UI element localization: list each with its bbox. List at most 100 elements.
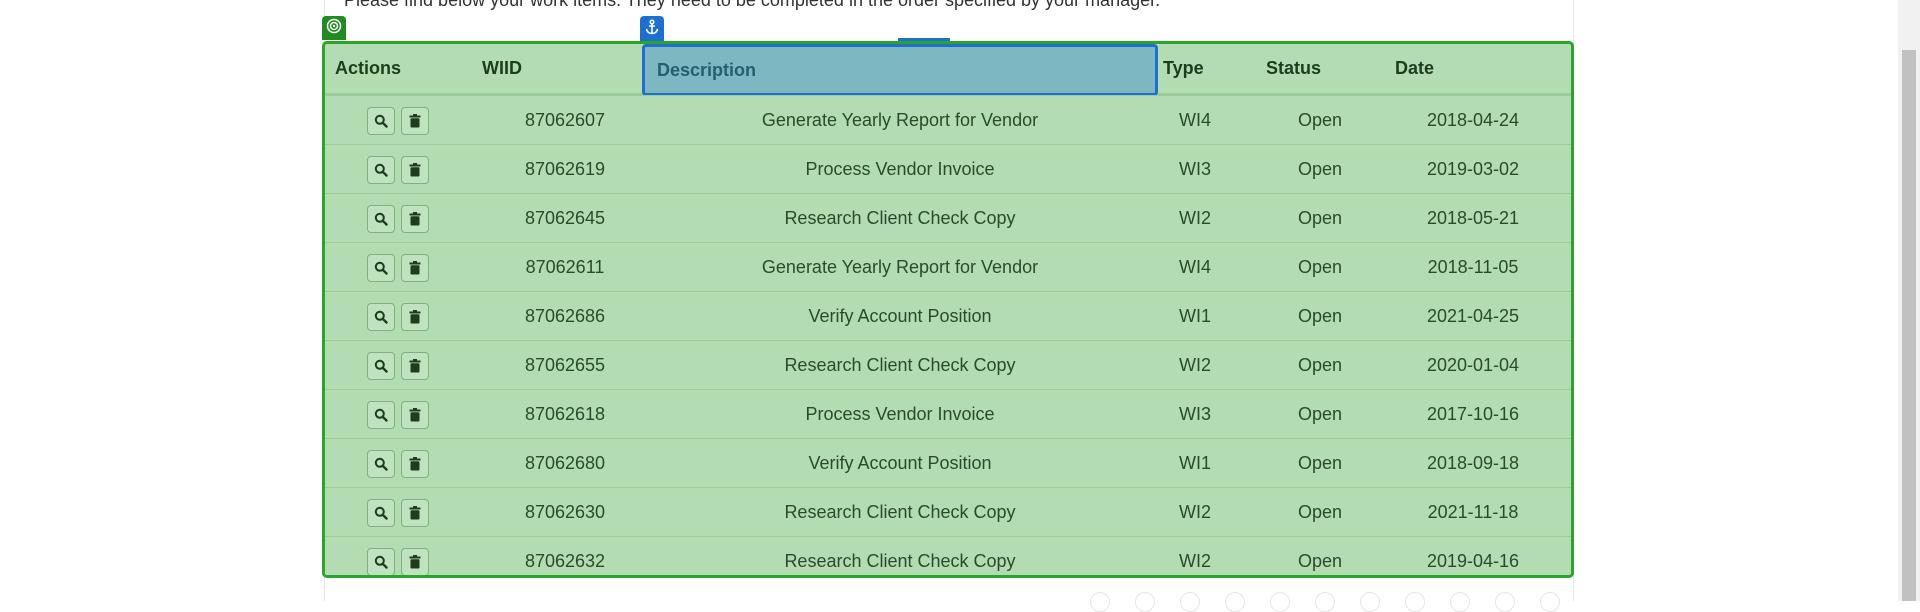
cell-wiid: 87062607 [524, 110, 606, 130]
cell-wiid: 87062619 [524, 159, 606, 179]
cell-type: WI2 [1178, 502, 1211, 522]
pagination [1090, 592, 1570, 612]
cell-wiid: 87062645 [524, 208, 606, 228]
cell-status: Open [1297, 257, 1343, 277]
view-button[interactable] [367, 548, 395, 575]
page-dot[interactable] [1540, 592, 1560, 612]
table-row[interactable]: 87062686 Verify Account Position WI1 Open 20… [325, 291, 1571, 340]
search-icon [374, 163, 388, 177]
view-button[interactable] [367, 107, 395, 135]
view-button[interactable] [367, 450, 395, 478]
cell-status: Open [1297, 306, 1343, 326]
cell-description: Research Client Check Copy [784, 502, 1016, 522]
delete-button[interactable] [401, 254, 429, 282]
header-status[interactable]: Status [1266, 44, 1321, 93]
cell-wiid: 87062680 [524, 453, 606, 473]
table-row[interactable]: 87062655 Research Client Check Copy WI2 Ope… [325, 340, 1571, 389]
trash-icon [409, 359, 421, 373]
view-button[interactable] [367, 499, 395, 527]
page-dot[interactable] [1090, 592, 1110, 612]
cell-description: Research Client Check Copy [784, 208, 1016, 228]
table-row[interactable]: 87062611 Generate Yearly Report for Vendo… [325, 242, 1571, 291]
page-dot[interactable] [1225, 592, 1245, 612]
table-row[interactable]: 87062645 Research Client Check Copy WI2 Ope… [325, 193, 1571, 242]
cell-wiid: 87062632 [524, 551, 606, 571]
header-type[interactable]: Type [1163, 44, 1204, 93]
table-header: Actions WIID Description Type Status Dat… [325, 44, 1571, 96]
page-dot[interactable] [1450, 592, 1470, 612]
cell-date: 2020-01-04 [1426, 355, 1520, 375]
target-badge[interactable] [322, 16, 346, 40]
header-wiid[interactable]: WIID [482, 44, 522, 93]
cell-type: WI3 [1178, 159, 1211, 179]
page-dot[interactable] [1315, 592, 1335, 612]
view-button[interactable] [367, 352, 395, 380]
delete-button[interactable] [401, 401, 429, 429]
search-icon [374, 114, 388, 128]
intro-text: Please find below your work items. They … [344, 0, 1161, 10]
search-icon [374, 457, 388, 471]
work-items-table: Actions WIID Description Type Status Dat… [322, 41, 1574, 578]
trash-icon [409, 408, 421, 422]
trash-icon [409, 457, 421, 471]
cell-wiid: 87062655 [524, 355, 606, 375]
cell-date: 2018-09-18 [1426, 453, 1520, 473]
cell-description: Process Vendor Invoice [805, 404, 995, 424]
cell-status: Open [1297, 159, 1343, 179]
cell-date: 2021-11-18 [1427, 502, 1519, 522]
delete-button[interactable] [401, 499, 429, 527]
view-button[interactable] [367, 156, 395, 184]
page-dot[interactable] [1180, 592, 1200, 612]
page-dot[interactable] [1135, 592, 1155, 612]
table-row[interactable]: 87062618 Process Vendor Invoice WI3 Open 201… [325, 389, 1571, 438]
page-dot[interactable] [1270, 592, 1290, 612]
cell-date: 2018-05-21 [1426, 208, 1520, 228]
page-dot[interactable] [1495, 592, 1515, 612]
header-date[interactable]: Date [1395, 44, 1434, 93]
table-row[interactable]: 87062619 Process Vendor Invoice WI3 Open 201… [325, 144, 1571, 193]
cell-description: Generate Yearly Report for Vendor [761, 110, 1039, 130]
search-icon [374, 506, 388, 520]
table-row[interactable]: 87062630 Research Client Check Copy WI2 Ope… [325, 487, 1571, 536]
trash-icon [409, 212, 421, 226]
page-dot[interactable] [1405, 592, 1425, 612]
cell-status: Open [1297, 110, 1343, 130]
header-description: Description [657, 60, 757, 80]
anchor-badge[interactable] [640, 16, 664, 41]
search-icon [374, 261, 388, 275]
page-dot[interactable] [1360, 592, 1380, 612]
view-button[interactable] [367, 254, 395, 282]
delete-button[interactable] [401, 156, 429, 184]
header-description-highlight[interactable]: Description [642, 44, 1158, 96]
delete-button[interactable] [401, 303, 429, 331]
view-button[interactable] [367, 303, 395, 331]
scrollbar-thumb[interactable] [1902, 50, 1916, 601]
delete-button[interactable] [401, 352, 429, 380]
trash-icon [409, 506, 421, 520]
cell-type: WI4 [1178, 110, 1211, 130]
delete-button[interactable] [401, 450, 429, 478]
delete-button[interactable] [401, 107, 429, 135]
table-row[interactable]: 87062680 Verify Account Position WI1 Open 20… [325, 438, 1571, 487]
table-row[interactable]: 87062632 Research Client Check Copy WI2 Ope… [325, 536, 1571, 575]
cell-status: Open [1297, 502, 1343, 522]
trash-icon [409, 163, 421, 177]
table-row[interactable]: 87062607 Generate Yearly Report for Vendo… [325, 95, 1571, 144]
cell-description: Generate Yearly Report for Vendor [761, 257, 1039, 277]
delete-button[interactable] [401, 548, 429, 575]
cell-type: WI1 [1178, 306, 1211, 326]
target-icon [326, 18, 342, 39]
trash-icon [409, 310, 421, 324]
cell-wiid: 87062618 [524, 404, 606, 424]
cell-description: Verify Account Position [808, 453, 992, 473]
cell-type: WI2 [1178, 208, 1211, 228]
cell-description: Research Client Check Copy [784, 551, 1016, 571]
cell-description: Verify Account Position [808, 306, 992, 326]
view-button[interactable] [367, 401, 395, 429]
search-icon [374, 555, 388, 569]
cell-date: 2017-10-16 [1426, 404, 1520, 424]
view-button[interactable] [367, 205, 395, 233]
trash-icon [409, 261, 421, 275]
delete-button[interactable] [401, 205, 429, 233]
search-icon [374, 359, 388, 373]
